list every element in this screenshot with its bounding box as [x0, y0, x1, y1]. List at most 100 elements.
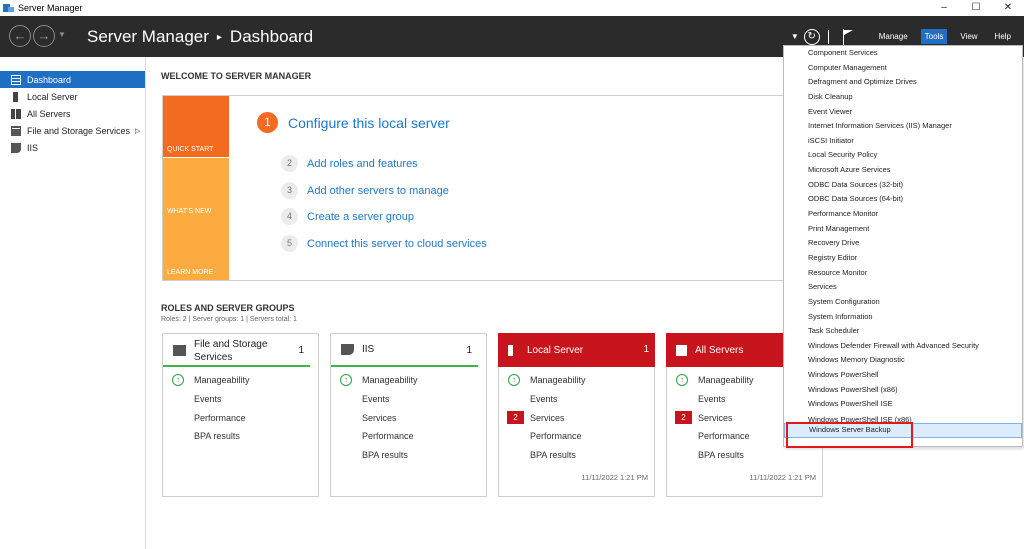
menu-item-task-scheduler[interactable]: Task Scheduler: [784, 324, 1022, 339]
menu-item-powershell-ise[interactable]: Windows PowerShell ISE: [784, 397, 1022, 412]
notifications-flag-icon[interactable]: [842, 28, 855, 45]
menu-view[interactable]: View: [956, 29, 981, 44]
sidebar: Dashboard Local Server All Servers File …: [0, 57, 146, 549]
card-row-events[interactable]: Events: [163, 390, 318, 409]
close-button[interactable]: ✕: [992, 0, 1024, 16]
menu-item-defragment[interactable]: Defragment and Optimize Drives: [784, 75, 1022, 90]
menu-item-disk-cleanup[interactable]: Disk Cleanup: [784, 90, 1022, 105]
minimize-button[interactable]: –: [928, 0, 960, 16]
roles-title: ROLES AND SERVER GROUPS: [161, 303, 295, 313]
card-header[interactable]: File and Storage Services 1: [163, 334, 310, 367]
row-label: Manageability: [698, 375, 754, 386]
card-row-services[interactable]: 2 Services: [499, 408, 654, 427]
welcome-title: WELCOME TO SERVER MANAGER: [161, 71, 312, 81]
row-label: Events: [698, 394, 726, 405]
step-link[interactable]: Configure this local server: [288, 115, 450, 131]
role-card-file-storage[interactable]: File and Storage Services 1 ↑ Manageabili…: [162, 333, 319, 497]
menu-item-registry-editor[interactable]: Registry Editor: [784, 251, 1022, 266]
highlight-annotation: [786, 422, 913, 448]
step-link[interactable]: Add roles and features: [307, 158, 418, 170]
quick-start-tile[interactable]: QUICK START: [163, 96, 229, 157]
card-row-bpa[interactable]: BPA results: [667, 446, 822, 465]
card-row-events[interactable]: Events: [499, 390, 654, 409]
step-create-group[interactable]: 4 Create a server group: [281, 208, 414, 225]
menu-item-print-management[interactable]: Print Management: [784, 222, 1022, 237]
menu-item-recovery-drive[interactable]: Recovery Drive: [784, 236, 1022, 251]
alert-count-badge: 2: [675, 411, 692, 425]
sidebar-item-label: File and Storage Services: [27, 125, 131, 136]
row-label: Performance: [362, 431, 414, 442]
menu-item-component-services[interactable]: Component Services: [784, 46, 1022, 61]
server-icon: [13, 91, 18, 102]
menu-item-memory-diagnostic[interactable]: Windows Memory Diagnostic: [784, 353, 1022, 368]
nav-history-dropdown-icon[interactable]: ▼: [58, 30, 66, 39]
menu-tools[interactable]: Tools: [920, 29, 948, 44]
sidebar-item-file-storage[interactable]: File and Storage Services ▷: [0, 122, 145, 139]
card-row-manageability[interactable]: ↑ Manageability: [331, 371, 486, 390]
menu-item-resource-monitor[interactable]: Resource Monitor: [784, 266, 1022, 281]
menu-help[interactable]: Help: [991, 29, 1015, 44]
row-label: Manageability: [362, 375, 418, 386]
forward-icon[interactable]: →: [33, 25, 55, 47]
card-header[interactable]: Local Server 1: [498, 333, 655, 367]
card-row-bpa[interactable]: BPA results: [331, 446, 486, 465]
step-link[interactable]: Create a server group: [307, 211, 414, 223]
menu-item-iscsi-initiator[interactable]: iSCSI Initiator: [784, 134, 1022, 149]
menu-item-event-viewer[interactable]: Event Viewer: [784, 105, 1022, 120]
menu-item-services[interactable]: Services: [784, 280, 1022, 295]
card-row-manageability[interactable]: ↑ Manageability: [499, 371, 654, 390]
card-title: File and Storage Services: [194, 338, 268, 363]
menu-item-iis-manager[interactable]: Internet Information Services (IIS) Mana…: [784, 119, 1022, 134]
card-row-performance[interactable]: Performance: [163, 408, 318, 427]
menu-manage[interactable]: Manage: [875, 29, 912, 44]
maximize-button[interactable]: ☐: [960, 0, 992, 16]
card-row-performance[interactable]: Performance: [331, 427, 486, 446]
expand-icon[interactable]: ▷: [135, 127, 140, 135]
card-header[interactable]: IIS 1: [331, 334, 478, 367]
sidebar-item-local-server[interactable]: Local Server: [0, 88, 145, 105]
menu-item-powershell[interactable]: Windows PowerShell: [784, 368, 1022, 383]
menu-item-computer-management[interactable]: Computer Management: [784, 61, 1022, 76]
menu-item-performance-monitor[interactable]: Performance Monitor: [784, 207, 1022, 222]
menu-item-system-configuration[interactable]: System Configuration: [784, 295, 1022, 310]
card-row-manageability[interactable]: ↑ Manageability: [163, 371, 318, 390]
learn-more-tile[interactable]: LEARN MORE: [163, 219, 229, 280]
header-dropdown-icon[interactable]: ▼: [791, 32, 799, 41]
role-card-iis[interactable]: IIS 1 ↑ Manageability Events Services Per…: [330, 333, 487, 497]
menu-item-defender-firewall[interactable]: Windows Defender Firewall with Advanced …: [784, 339, 1022, 354]
card-row-bpa[interactable]: BPA results: [163, 427, 318, 446]
breadcrumb: Server Manager ▸ Dashboard: [87, 27, 313, 47]
step-link[interactable]: Add other servers to manage: [307, 185, 449, 197]
step-connect-cloud[interactable]: 5 Connect this server to cloud services: [281, 235, 487, 252]
window-controls: – ☐ ✕: [928, 0, 1024, 16]
step-add-roles[interactable]: 2 Add roles and features: [281, 155, 418, 172]
step-link[interactable]: Connect this server to cloud services: [307, 238, 487, 250]
sidebar-item-iis[interactable]: IIS: [0, 139, 145, 156]
row-label: BPA results: [530, 450, 576, 461]
card-row-events[interactable]: Events: [331, 390, 486, 409]
menu-item-azure-services[interactable]: Microsoft Azure Services: [784, 163, 1022, 178]
menu-item-local-security-policy[interactable]: Local Security Policy: [784, 148, 1022, 163]
step-number: 2: [281, 155, 298, 172]
server-icon: [508, 344, 513, 356]
refresh-icon[interactable]: ↻: [803, 28, 820, 45]
menu-item-odbc-32[interactable]: ODBC Data Sources (32-bit): [784, 178, 1022, 193]
card-row-services[interactable]: Services: [331, 408, 486, 427]
sidebar-item-label: Dashboard: [27, 74, 72, 85]
menu-item-odbc-64[interactable]: ODBC Data Sources (64-bit): [784, 192, 1022, 207]
menu-item-powershell-x86[interactable]: Windows PowerShell (x86): [784, 383, 1022, 398]
breadcrumb-page: Dashboard: [229, 27, 314, 46]
sidebar-item-dashboard[interactable]: Dashboard: [0, 71, 145, 88]
sidebar-item-all-servers[interactable]: All Servers: [0, 105, 145, 122]
card-row-bpa[interactable]: BPA results: [499, 446, 654, 465]
menu-item-system-information[interactable]: System Information: [784, 310, 1022, 325]
whats-new-tile[interactable]: WHAT'S NEW: [163, 158, 229, 219]
sidebar-item-label: IIS: [27, 142, 39, 153]
step-add-servers[interactable]: 3 Add other servers to manage: [281, 182, 449, 199]
step-configure-local-server[interactable]: 1 Configure this local server: [257, 112, 450, 133]
card-row-performance[interactable]: Performance: [499, 427, 654, 446]
servers-icon: [676, 344, 687, 356]
back-icon[interactable]: ←: [9, 25, 31, 47]
role-card-local-server[interactable]: Local Server 1 ↑ Manageability Events 2 Se…: [498, 333, 655, 497]
server-manager-icon: [3, 3, 14, 13]
